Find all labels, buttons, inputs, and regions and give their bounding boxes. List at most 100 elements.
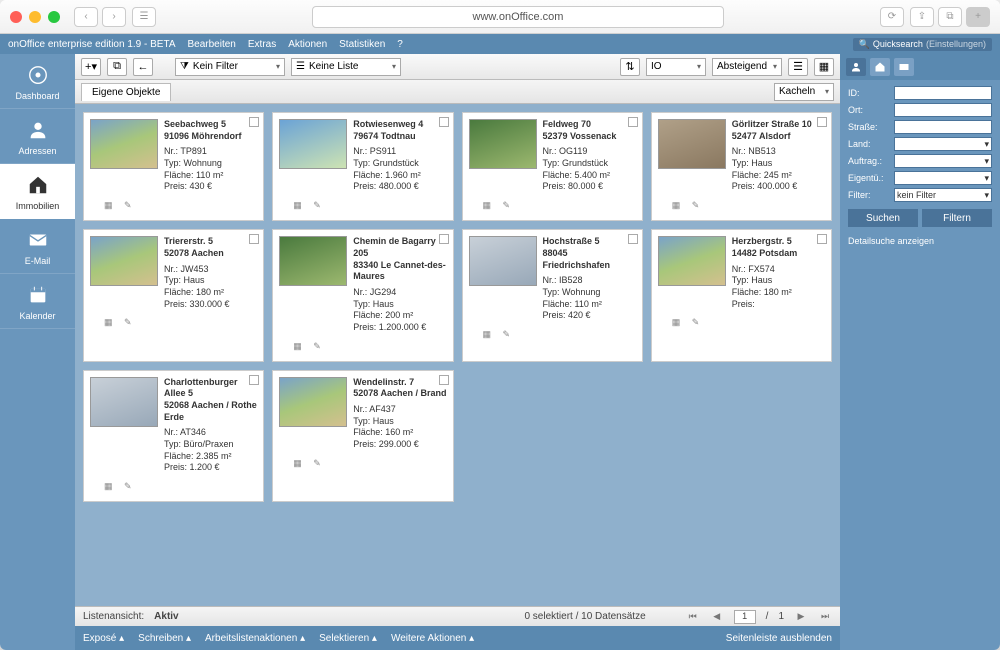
browser-forward[interactable]: ›	[102, 7, 126, 27]
detail-search-link[interactable]: Detailsuche anzeigen	[848, 236, 992, 246]
card-calendar-icon[interactable]: ▦	[293, 458, 307, 472]
card-calendar-icon[interactable]: ▦	[293, 200, 307, 214]
quicksearch-button[interactable]: 🔍 Quicksearch (Einstellungen)	[853, 38, 992, 51]
back-arrow-button[interactable]: ←	[133, 58, 153, 76]
card-calendar-icon[interactable]: ▦	[293, 341, 307, 355]
card-calendar-icon[interactable]: ▦	[483, 200, 497, 214]
menu-help[interactable]: ?	[397, 39, 403, 50]
menu-actions[interactable]: Aktionen	[288, 39, 327, 50]
view-list-button[interactable]: ☰	[788, 58, 808, 76]
page-prev[interactable]: ◀	[710, 610, 724, 624]
property-card[interactable]: Seebachweg 5 91096 Möhrendorf Nr.: TP891…	[83, 112, 264, 221]
sort-toggle-button[interactable]: ⇅	[620, 58, 640, 76]
property-card[interactable]: Hochstraße 5 88045 Friedrichshafen Nr.: …	[462, 229, 643, 362]
menu-stats[interactable]: Statistiken	[339, 39, 385, 50]
property-card[interactable]: Wendelinstr. 7 52078 Aachen / Brand Nr.:…	[272, 370, 453, 503]
card-edit-icon[interactable]: ✎	[692, 317, 706, 331]
card-edit-icon[interactable]: ✎	[313, 200, 327, 214]
action-expose[interactable]: Exposé ▴	[83, 633, 124, 644]
card-subtitle: 52477 Alsdorf	[732, 131, 825, 143]
card-checkbox[interactable]	[439, 234, 449, 244]
search-auftrag-select[interactable]: ▾	[894, 154, 992, 168]
browser-newtab[interactable]: +	[966, 7, 990, 27]
card-calendar-icon[interactable]: ▦	[672, 200, 686, 214]
nav-addresses[interactable]: Adressen	[0, 109, 75, 164]
card-checkbox[interactable]	[439, 375, 449, 385]
card-edit-icon[interactable]: ✎	[124, 317, 138, 331]
property-card[interactable]: Rotwiesenweg 4 79674 Todtnau Nr.: PS911 …	[272, 112, 453, 221]
menu-edit[interactable]: Bearbeiten	[188, 39, 236, 50]
action-worklist[interactable]: Arbeitslistenaktionen ▴	[205, 633, 305, 644]
card-edit-icon[interactable]: ✎	[313, 458, 327, 472]
card-edit-icon[interactable]: ✎	[124, 200, 138, 214]
card-checkbox[interactable]	[249, 234, 259, 244]
page-first[interactable]: ⏮	[686, 610, 700, 624]
search-eigentu-select[interactable]: ▾	[894, 171, 992, 185]
add-button[interactable]: +▾	[81, 58, 101, 76]
page-last[interactable]: ⏭	[818, 610, 832, 624]
nav-calendar[interactable]: Kalender	[0, 274, 75, 329]
view-mode-select[interactable]: Kacheln▾	[774, 83, 834, 101]
search-ort-input[interactable]	[894, 103, 992, 117]
copy-button[interactable]: ⧉	[107, 58, 127, 76]
rpanel-person-icon[interactable]	[846, 58, 866, 76]
card-checkbox[interactable]	[817, 234, 827, 244]
card-calendar-icon[interactable]: ▦	[104, 200, 118, 214]
property-card[interactable]: Feldweg 70 52379 Vossenack Nr.: OG119 Ty…	[462, 112, 643, 221]
card-checkbox[interactable]	[628, 117, 638, 127]
browser-sidebar-icon[interactable]: ☰	[132, 7, 156, 27]
card-edit-icon[interactable]: ✎	[124, 481, 138, 495]
window-close[interactable]	[10, 11, 22, 23]
search-id-input[interactable]	[894, 86, 992, 100]
sort-dir-select[interactable]: Absteigend▾	[712, 58, 782, 76]
view-grid-button[interactable]: ▦	[814, 58, 834, 76]
tab-own-objects[interactable]: Eigene Objekte	[81, 83, 171, 101]
filter-button[interactable]: Filtern	[922, 209, 992, 227]
action-write[interactable]: Schreiben ▴	[138, 633, 191, 644]
search-strasse-input[interactable]	[894, 120, 992, 134]
filter-select[interactable]: ⧩ Kein Filter▾	[175, 58, 285, 76]
sort-field-select[interactable]: IO▾	[646, 58, 706, 76]
property-card[interactable]: Chemin de Bagarry 205 83340 Le Cannet-de…	[272, 229, 453, 362]
hide-sidebar-link[interactable]: Seitenleiste ausblenden	[726, 633, 832, 644]
window-minimize[interactable]	[29, 11, 41, 23]
rpanel-home-icon[interactable]	[870, 58, 890, 76]
menu-extras[interactable]: Extras	[248, 39, 276, 50]
browser-tabs-icon[interactable]: ⧉	[938, 7, 962, 27]
card-checkbox[interactable]	[628, 234, 638, 244]
card-checkbox[interactable]	[817, 117, 827, 127]
window-maximize[interactable]	[48, 11, 60, 23]
card-edit-icon[interactable]: ✎	[313, 341, 327, 355]
browser-share-icon[interactable]: ⇪	[910, 7, 934, 27]
card-edit-icon[interactable]: ✎	[503, 200, 517, 214]
property-card[interactable]: Herzbergstr. 5 14482 Potsdam Nr.: FX574 …	[651, 229, 832, 362]
card-calendar-icon[interactable]: ▦	[483, 329, 497, 343]
action-more[interactable]: Weitere Aktionen ▴	[391, 633, 474, 644]
card-calendar-icon[interactable]: ▦	[104, 481, 118, 495]
card-checkbox[interactable]	[249, 117, 259, 127]
page-next[interactable]: ▶	[794, 610, 808, 624]
rpanel-mail-icon[interactable]	[894, 58, 914, 76]
action-select[interactable]: Selektieren ▴	[319, 633, 377, 644]
property-card[interactable]: Charlottenburger Allee 5 52068 Aachen / …	[83, 370, 264, 503]
browser-back[interactable]: ‹	[74, 7, 98, 27]
card-checkbox[interactable]	[439, 117, 449, 127]
search-land-select[interactable]: ▾	[894, 137, 992, 151]
property-card[interactable]: Görlitzer Straße 10 52477 Alsdorf Nr.: N…	[651, 112, 832, 221]
card-calendar-icon[interactable]: ▦	[672, 317, 686, 331]
search-filter-select[interactable]: kein Filter▾	[894, 188, 992, 202]
card-checkbox[interactable]	[249, 375, 259, 385]
list-select[interactable]: ☰ Keine Liste▾	[291, 58, 401, 76]
card-calendar-icon[interactable]: ▦	[104, 317, 118, 331]
search-button[interactable]: Suchen	[848, 209, 918, 227]
browser-reload-icon[interactable]: ⟳	[880, 7, 904, 27]
app-title: onOffice enterprise edition 1.9 - BETA	[8, 39, 176, 50]
nav-dashboard[interactable]: Dashboard	[0, 54, 75, 109]
card-edit-icon[interactable]: ✎	[692, 200, 706, 214]
property-card[interactable]: Triererstr. 5 52078 Aachen Nr.: JW453 Ty…	[83, 229, 264, 362]
nav-properties[interactable]: Immobilien	[0, 164, 75, 219]
card-edit-icon[interactable]: ✎	[503, 329, 517, 343]
nav-email[interactable]: E-Mail	[0, 219, 75, 274]
page-input[interactable]: 1	[734, 610, 756, 624]
browser-url[interactable]: www.onOffice.com	[312, 6, 724, 28]
